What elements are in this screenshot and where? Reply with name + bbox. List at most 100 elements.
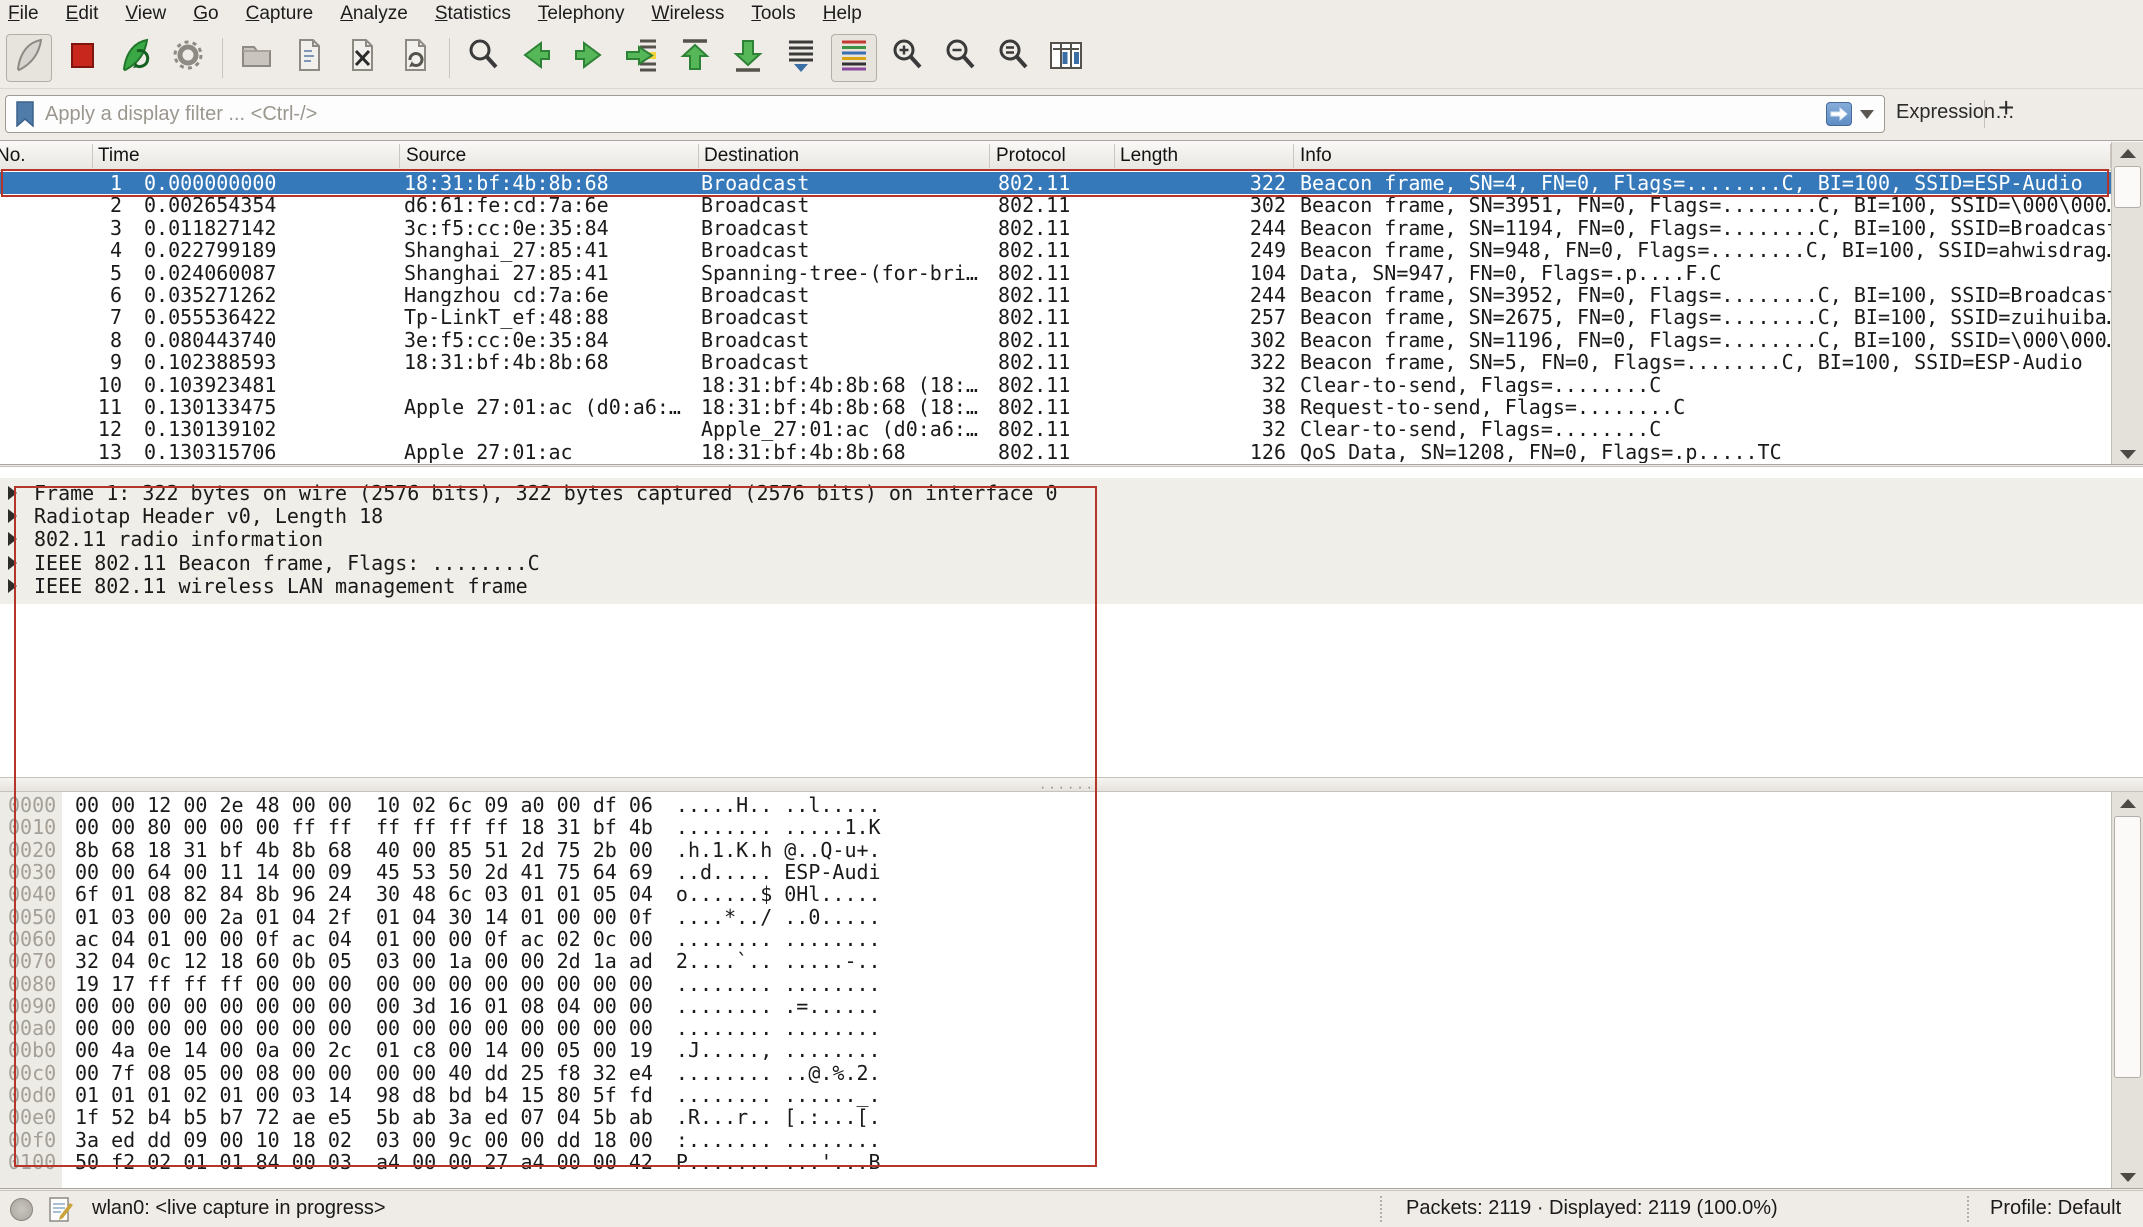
column-separator[interactable] [698, 144, 699, 168]
hex-row[interactable]: 009000 00 00 00 00 00 00 0000 3d 16 01 0… [0, 995, 2100, 1017]
scroll-up-arrow[interactable] [2112, 792, 2143, 814]
open-file-button[interactable] [233, 34, 279, 82]
capture-comment-icon[interactable] [48, 1196, 74, 1224]
packet-row[interactable]: 80.0804437403e:f5:cc:0e:35:84Broadcast80… [0, 329, 2111, 351]
packet-row[interactable]: 40.022799189Shanghai_27:85:41Broadcast80… [0, 239, 2111, 261]
apply-filter-button[interactable] [1826, 102, 1852, 126]
menu-item-view[interactable]: View [125, 3, 166, 25]
resize-columns-button[interactable] [1043, 34, 1089, 82]
profile-button[interactable]: Profile: Default [1990, 1197, 2121, 1220]
hex-row[interactable]: 001000 00 80 00 00 00 ff ffff ff ff ff 1… [0, 816, 2100, 838]
column-separator[interactable] [1293, 144, 1294, 168]
packet-row[interactable]: 20.002654354d6:61:fe:cd:7a:6eBroadcast80… [0, 194, 2111, 216]
column-header-no[interactable]: No. [0, 145, 26, 167]
hex-row[interactable]: 010050 f2 02 01 01 84 00 03a4 00 00 27 a… [0, 1151, 2100, 1173]
menu-item-analyze[interactable]: Analyze [340, 3, 408, 25]
scroll-down-arrow[interactable] [2112, 443, 2143, 465]
packet-row[interactable]: 100.10392348118:31:bf:4b:8b:68 (18:…802.… [0, 374, 2111, 396]
zoom-out-button[interactable] [937, 34, 983, 82]
expand-triangle-icon[interactable] [8, 532, 17, 546]
add-filter-button[interactable]: + [1998, 92, 2014, 124]
display-filter-field[interactable] [5, 95, 1885, 133]
column-header-time[interactable]: Time [98, 145, 140, 167]
packet-row[interactable]: 10.00000000018:31:bf:4b:8b:68Broadcast80… [0, 172, 2111, 194]
go-back-button[interactable] [513, 34, 559, 82]
hex-row[interactable]: 007032 04 0c 12 18 60 0b 0503 00 1a 00 0… [0, 950, 2100, 972]
go-first-packet-button[interactable] [672, 34, 718, 82]
go-last-packet-button[interactable] [725, 34, 771, 82]
menu-item-wireless[interactable]: Wireless [652, 3, 725, 25]
display-filter-input[interactable] [45, 97, 1826, 131]
hex-row[interactable]: 003000 00 64 00 11 14 00 0945 53 50 2d 4… [0, 861, 2100, 883]
column-separator[interactable] [1114, 144, 1115, 168]
column-header-source[interactable]: Source [406, 145, 466, 167]
column-header-length[interactable]: Length [1120, 145, 1178, 167]
packet-row[interactable]: 30.0118271423c:f5:cc:0e:35:84Broadcast80… [0, 217, 2111, 239]
menu-item-tools[interactable]: Tools [751, 3, 795, 25]
hex-row[interactable]: 000000 00 12 00 2e 48 00 0010 02 6c 09 a… [0, 794, 2100, 816]
hex-row[interactable]: 00a000 00 00 00 00 00 00 0000 00 00 00 0… [0, 1017, 2100, 1039]
column-header-protocol[interactable]: Protocol [996, 145, 1066, 167]
packet-row[interactable]: 50.024060087Shanghai_27:85:41Spanning-tr… [0, 262, 2111, 284]
hex-row[interactable]: 005001 03 00 00 2a 01 04 2f01 04 30 14 0… [0, 905, 2100, 927]
hex-row[interactable]: 00d001 01 01 02 01 00 03 1498 d8 bd b4 1… [0, 1084, 2100, 1106]
expand-triangle-icon[interactable] [8, 556, 17, 570]
find-packet-button[interactable] [460, 34, 506, 82]
menu-item-help[interactable]: Help [823, 3, 862, 25]
zoom-original-button[interactable] [990, 34, 1036, 82]
scrollbar-thumb[interactable] [2114, 816, 2141, 1078]
close-file-button[interactable] [339, 34, 385, 82]
scroll-down-arrow[interactable] [2112, 1166, 2143, 1188]
detail-row[interactable]: IEEE 802.11 Beacon frame, Flags: .......… [0, 551, 2143, 574]
hex-row[interactable]: 00c000 7f 08 05 00 08 00 0000 00 40 dd 2… [0, 1062, 2100, 1084]
go-to-packet-button[interactable] [619, 34, 665, 82]
menu-item-statistics[interactable]: Statistics [435, 3, 511, 25]
expand-triangle-icon[interactable] [8, 486, 17, 500]
zoom-in-button[interactable] [884, 34, 930, 82]
start-capture-button[interactable] [6, 34, 52, 82]
packet-row[interactable]: 60.035271262Hangzhou_cd:7a:6eBroadcast80… [0, 284, 2111, 306]
column-separator[interactable] [989, 144, 990, 168]
reload-file-button[interactable] [392, 34, 438, 82]
hex-row[interactable]: 008019 17 ff ff ff 00 00 0000 00 00 00 0… [0, 972, 2100, 994]
expand-triangle-icon[interactable] [8, 509, 17, 523]
column-header-destination[interactable]: Destination [704, 145, 799, 167]
packet-row[interactable]: 90.10238859318:31:bf:4b:8b:68Broadcast80… [0, 351, 2111, 373]
hex-row[interactable]: 00406f 01 08 82 84 8b 96 2430 48 6c 03 0… [0, 883, 2100, 905]
capture-options-button[interactable] [165, 34, 211, 82]
save-file-button[interactable] [286, 34, 332, 82]
detail-row[interactable]: Frame 1: 322 bytes on wire (2576 bits), … [0, 481, 2143, 504]
stop-capture-button[interactable] [59, 34, 105, 82]
packet-row[interactable]: 70.055536422Tp-LinkT_ef:48:88Broadcast80… [0, 306, 2111, 328]
scrollbar-thumb[interactable] [2114, 166, 2141, 208]
menu-item-telephony[interactable]: Telephony [538, 3, 625, 25]
auto-scroll-button[interactable] [778, 34, 824, 82]
detail-row[interactable]: 802.11 radio information [0, 528, 2143, 551]
hex-row[interactable]: 00f03a ed dd 09 00 10 18 0203 00 9c 00 0… [0, 1128, 2100, 1150]
go-forward-button[interactable] [566, 34, 612, 82]
detail-row[interactable]: IEEE 802.11 wireless LAN management fram… [0, 575, 2143, 598]
packet-row[interactable]: 110.130133475Apple_27:01:ac (d0:a6:…18:3… [0, 396, 2111, 418]
menu-item-file[interactable]: File [8, 3, 39, 25]
column-separator[interactable] [399, 144, 400, 168]
expert-info-icon[interactable] [10, 1198, 33, 1221]
menu-item-edit[interactable]: Edit [66, 3, 99, 25]
packet-row[interactable]: 130.130315706Apple_27:01:ac18:31:bf:4b:8… [0, 441, 2111, 463]
bookmark-icon[interactable] [15, 101, 35, 127]
hex-row[interactable]: 00b000 4a 0e 14 00 0a 00 2c01 c8 00 14 0… [0, 1039, 2100, 1061]
hex-row[interactable]: 00e01f 52 b4 b5 b7 72 ae e55b ab 3a ed 0… [0, 1106, 2100, 1128]
column-header-info[interactable]: Info [1300, 145, 1332, 167]
hex-pane-scrollbar[interactable] [2111, 792, 2143, 1188]
hex-row[interactable]: 00208b 68 18 31 bf 4b 8b 6840 00 85 51 2… [0, 839, 2100, 861]
menu-item-capture[interactable]: Capture [246, 3, 314, 25]
expand-triangle-icon[interactable] [8, 579, 17, 593]
pane-splitter[interactable]: ······ [0, 777, 2143, 792]
packet-row[interactable]: 120.130139102Apple_27:01:ac (d0:a6:…802.… [0, 418, 2111, 440]
colorize-packets-button[interactable] [831, 34, 877, 82]
packet-list-scrollbar[interactable] [2111, 142, 2143, 465]
filter-dropdown-caret[interactable] [1860, 110, 1874, 119]
detail-row[interactable]: Radiotap Header v0, Length 18 [0, 504, 2143, 527]
menu-item-go[interactable]: Go [193, 3, 218, 25]
scroll-up-arrow[interactable] [2112, 142, 2143, 164]
hex-row[interactable]: 0060ac 04 01 00 00 0f ac 0401 00 00 0f a… [0, 928, 2100, 950]
